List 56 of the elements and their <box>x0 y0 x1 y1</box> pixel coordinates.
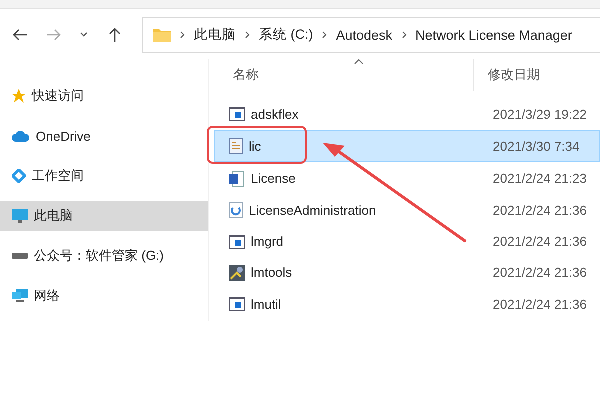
breadcrumb[interactable]: Network License Manager <box>416 28 572 42</box>
application-icon <box>229 107 245 121</box>
sidebar-item[interactable]: 网络 <box>0 281 208 311</box>
application-icon <box>229 234 245 249</box>
breadcrumb[interactable]: 此电脑 <box>194 26 236 44</box>
file-row[interactable]: lmgrd 2021/2/24 21:36 <box>215 226 600 257</box>
cloud-icon <box>12 130 30 142</box>
file-name: lic <box>249 138 262 154</box>
application-icon <box>229 297 245 312</box>
address-bar[interactable]: 此电脑 系统 (C:) Autodesk Network License Manager <box>142 17 600 53</box>
modified-date: 2021/3/30 7:34 <box>492 138 580 154</box>
column-header[interactable]: 名称 <box>215 66 473 84</box>
file-name: lmgrd <box>251 234 284 250</box>
tools-icon <box>229 264 245 281</box>
column-header[interactable]: 修改日期 <box>473 59 540 91</box>
file-row[interactable]: lmutil 2021/2/24 21:36 <box>215 289 600 320</box>
file-name: LicenseAdministration <box>249 202 376 218</box>
sidebar-item[interactable]: 工作空间 <box>0 161 208 191</box>
back-icon[interactable] <box>12 28 28 42</box>
sort-caret-icon <box>354 59 364 65</box>
app-icon <box>229 202 243 218</box>
modified-date: 2021/2/24 21:36 <box>492 265 587 280</box>
monitor-icon <box>12 209 28 223</box>
sidebar-item[interactable]: OneDrive <box>0 121 208 151</box>
drive-icon <box>12 253 28 259</box>
chevron-icon <box>322 31 328 39</box>
word-document-icon <box>229 170 245 187</box>
star-icon <box>12 89 26 103</box>
modified-date: 2021/2/24 21:36 <box>492 234 587 250</box>
modified-date: 2021/3/29 19:22 <box>492 106 587 122</box>
file-row[interactable]: LicenseAdministration 2021/2/24 21:36 <box>215 195 600 226</box>
sidebar-item[interactable]: 此电脑 <box>0 201 208 231</box>
file-name: lmutil <box>251 296 282 312</box>
network-icon <box>12 289 28 303</box>
breadcrumb[interactable]: Autodesk <box>336 28 393 42</box>
modified-date: 2021/2/24 21:23 <box>492 171 587 186</box>
modified-date: 2021/2/24 21:36 <box>492 202 587 218</box>
file-name: lmtools <box>251 265 292 280</box>
chevron-icon <box>180 31 185 39</box>
chevron-icon <box>245 31 250 39</box>
dropdown-icon[interactable] <box>80 32 88 38</box>
modified-date: 2021/2/24 21:36 <box>492 296 587 312</box>
file-name: adskflex <box>251 106 299 122</box>
breadcrumb[interactable]: 系统 (C:) <box>259 26 314 44</box>
chevron-icon <box>402 31 407 39</box>
file-row[interactable]: License 2021/2/24 21:23 <box>215 164 600 194</box>
file-row[interactable]: adskflex 2021/3/29 19:22 <box>215 99 600 129</box>
diamond-icon <box>12 169 26 183</box>
sidebar-item[interactable]: 公众号：软件管家 (G:) <box>0 241 208 271</box>
file-row[interactable]: lmtools 2021/2/24 21:36 <box>215 258 600 288</box>
folder-icon <box>153 28 171 42</box>
sidebar-item[interactable]: 快速访问 <box>0 81 208 111</box>
file-row[interactable]: lic 2021/3/30 7:34 <box>214 130 600 162</box>
document-icon <box>229 138 243 154</box>
file-name: License <box>251 171 296 186</box>
up-icon[interactable] <box>108 27 122 43</box>
